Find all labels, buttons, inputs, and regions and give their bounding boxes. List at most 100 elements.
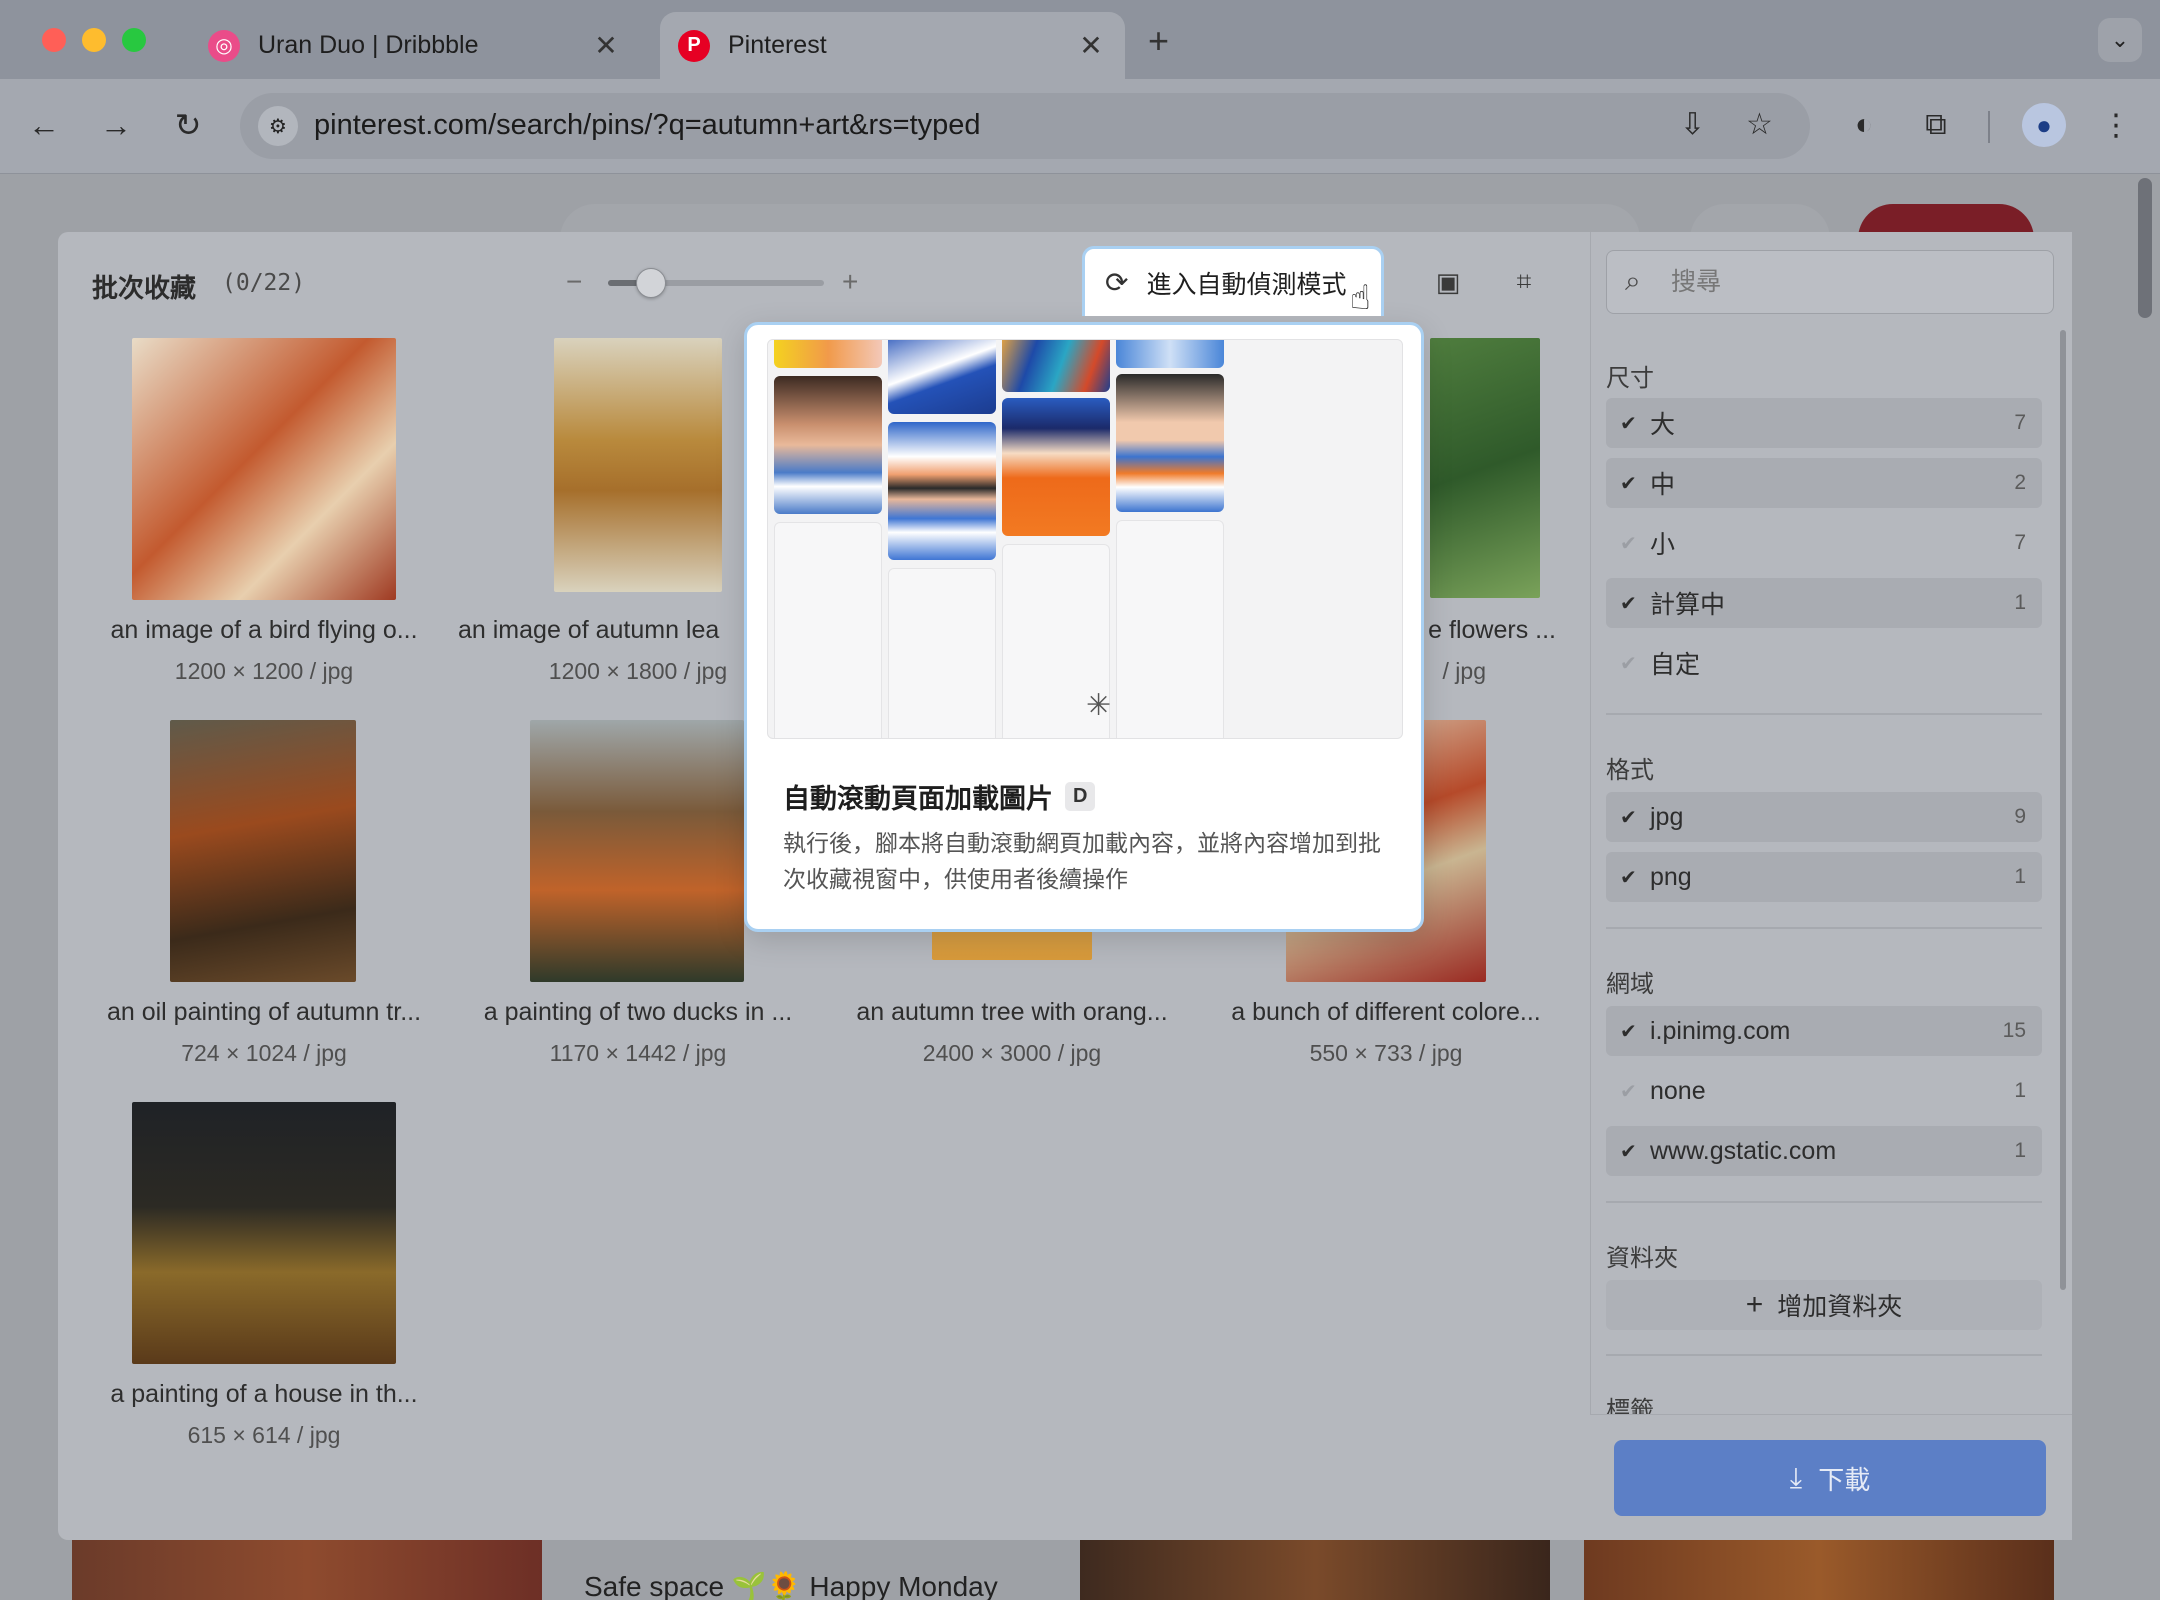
tab-pinterest[interactable]: P Pinterest ✕ [660,12,1125,79]
filter-chip-size-calculating[interactable]: ✔ 計算中 1 [1606,578,2042,628]
image-thumbnail [132,338,396,600]
filter-chip-format-png[interactable]: ✔ png 1 [1606,852,2042,902]
select-all-icon[interactable]: ▣ [1428,262,1468,302]
new-tab-button[interactable]: + [1148,20,1169,62]
preview-tile-placeholder [888,568,996,738]
section-divider [1606,927,2042,929]
filter-chip-size-large[interactable]: ✔ 大 7 [1606,398,2042,448]
page-scrollbar[interactable] [2138,178,2152,318]
url-text[interactable]: pinterest.com/search/pins/?q=autumn+art&… [314,109,981,142]
filter-chip-size-small[interactable]: ✔ 小 7 [1606,518,2042,568]
image-caption: a painting of a house in th... [110,1380,418,1408]
image-caption: an oil painting of autumn tr... [106,998,422,1026]
window-minimize-button[interactable] [82,28,106,52]
image-caption: a painting of two ducks in ... [483,998,793,1026]
chip-count: 7 [2014,531,2026,554]
chip-label: i.pinimg.com [1650,1016,1791,1045]
tab-title: Pinterest [728,31,827,59]
bookmark-star-icon[interactable]: ☆ [1746,107,1773,142]
address-bar[interactable]: ⚙ pinterest.com/search/pins/?q=autumn+ar… [240,93,1810,159]
extension-globe-icon[interactable]: ◐ [1840,101,1888,149]
site-settings-icon[interactable]: ⚙ [258,106,298,146]
loading-spinner-icon: ✳ [1086,689,1112,722]
chip-label: none [1650,1076,1706,1105]
zoom-in-button[interactable]: + [842,266,858,298]
chip-count: 2 [2014,471,2026,494]
chip-label: 大 [1650,411,1676,439]
background-pin-tile [72,1540,542,1600]
background-pin-caption: Safe space 🌱🌻 Happy Monday [584,1571,998,1600]
filter-chip-size-medium[interactable]: ✔ 中 2 [1606,458,2042,508]
add-folder-button[interactable]: + 增加資料夾 [1606,1280,2042,1330]
auto-scroll-tooltip: ✳ 自動滾動頁面加載圖片 D 執行後，腳本將自動滾動網頁加載內容，並將內容增加到… [744,322,1424,932]
pinterest-icon: P [678,29,710,62]
filter-chip-format-jpg[interactable]: ✔ jpg 9 [1606,792,2042,842]
chip-label: png [1650,862,1692,891]
image-meta: 724 × 1024 / jpg [181,1040,347,1066]
selection-count: (0/22) [222,270,306,296]
preview-tile-placeholder [774,522,882,738]
back-arrow-icon[interactable]: ← [20,101,68,149]
preview-tile [774,376,882,514]
tab-search-button[interactable]: ⌄ [2098,18,2142,62]
filter-chip-domain-gstatic[interactable]: ✔ www.gstatic.com 1 [1606,1126,2042,1176]
extensions-puzzle-icon[interactable]: ⧉ [1912,101,1960,149]
section-divider [1606,1354,2042,1356]
close-tab-icon[interactable]: ✕ [590,29,622,62]
chip-count: 1 [2014,865,2026,888]
shortcut-key-badge: D [1065,782,1096,811]
browser-menu-icon[interactable]: ⋮ [2092,101,2140,149]
browser-toolbar: ← → ↻ ⚙ pinterest.com/search/pins/?q=aut… [0,79,2160,174]
image-thumbnail [1430,338,1540,598]
plus-icon: + [1745,1288,1764,1321]
preview-tile [888,422,996,560]
preview-tile [888,340,996,414]
profile-avatar-icon[interactable]: ● [2022,103,2066,147]
chip-count: 1 [2014,591,2026,614]
close-tab-icon[interactable]: ✕ [1075,29,1107,62]
reload-icon[interactable]: ↻ [164,101,212,149]
image-card[interactable]: a painting of a house in th... 615 × 614… [84,1102,444,1452]
preview-tile [1116,340,1224,368]
auto-scroll-preview-animation: ✳ [767,339,1403,739]
refresh-icon: ⟳ [1105,267,1129,298]
chip-label: 自定 [1650,651,1701,679]
filter-chip-domain-pinimg[interactable]: ✔ i.pinimg.com 15 [1606,1006,2042,1056]
pointer-hand-icon: ☝ [1350,279,1371,317]
chip-count: 9 [2014,805,2026,828]
preview-tile [774,340,882,368]
section-divider [1606,1201,2042,1203]
zoom-out-button[interactable]: − [566,266,582,298]
filter-chip-domain-none[interactable]: ✔ none 1 [1606,1066,2042,1116]
window-close-button[interactable] [42,28,66,52]
thumbnail-size-slider[interactable] [608,268,824,298]
image-meta: 550 × 733 / jpg [1309,1040,1463,1066]
folder-section-title: 資料夾 [1606,1245,1678,1272]
image-caption: an autumn tree with orang... [856,998,1168,1026]
forward-arrow-icon[interactable]: → [92,101,140,149]
format-section-title: 格式 [1606,757,1654,784]
auto-detect-mode-button[interactable]: ⟳ 進入自動偵測模式 [1082,246,1384,316]
preview-tile [1002,340,1110,392]
install-app-icon[interactable]: ⇩ [1680,107,1705,142]
image-card[interactable]: an oil painting of autumn tr... 724 × 10… [84,720,444,1070]
checkmark-icon: ✔ [1620,806,1637,829]
download-button[interactable]: ⤓ 下載 [1614,1440,2046,1516]
screenshot-capture-icon[interactable]: ⌗ [1504,262,1544,302]
chip-label: 小 [1650,531,1676,559]
slider-thumb[interactable] [636,268,666,298]
background-pin-tile [1584,1540,2054,1600]
sidebar-scrollbar[interactable] [2060,330,2066,1290]
window-zoom-button[interactable] [122,28,146,52]
filter-chip-size-custom[interactable]: ✔ 自定 [1606,638,2042,688]
image-thumbnail [554,338,722,592]
image-meta: 2400 × 3000 / jpg [922,1040,1102,1066]
tooltip-title: 自動滾動頁面加載圖片 D [783,777,1096,816]
image-caption: a bunch of different colore... [1231,998,1541,1026]
filter-search-input[interactable] [1671,261,2031,303]
image-card[interactable]: an image of a bird flying o... 1200 × 12… [84,338,444,688]
tab-dribbble[interactable]: ◎ Uran Duo | Dribbble ✕ [190,12,640,79]
download-icon: ⤓ [1789,1461,1803,1493]
filter-search-box[interactable]: ⌕ [1606,250,2054,314]
background-pin-tile [1080,1540,1550,1600]
